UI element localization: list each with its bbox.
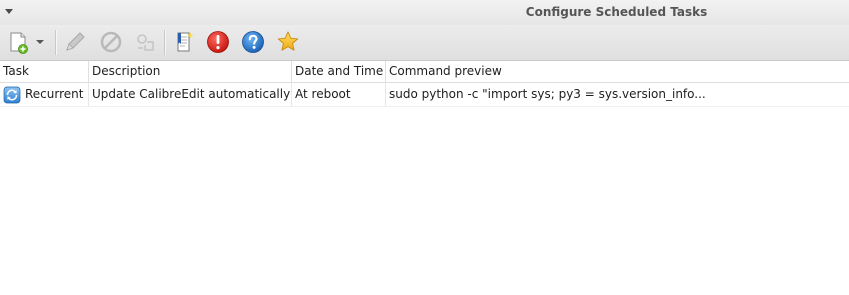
toolbar xyxy=(0,25,849,61)
new-task-icon xyxy=(10,32,28,54)
table-row[interactable]: Recurrent Update CalibreEdit automatical… xyxy=(0,83,849,107)
edit-pencil-icon xyxy=(66,32,85,51)
window-title: Configure Scheduled Tasks xyxy=(525,5,708,19)
disable-task-button[interactable] xyxy=(97,28,125,56)
favorite-star-icon xyxy=(277,31,299,51)
table-header: Task Description Date and Time Command p… xyxy=(0,61,849,83)
warning-button[interactable] xyxy=(204,28,232,56)
help-icon xyxy=(242,31,264,53)
new-task-button[interactable] xyxy=(4,28,32,56)
run-now-icon xyxy=(137,34,154,51)
task-type-label: Recurrent xyxy=(25,87,84,101)
output-log-icon xyxy=(177,32,194,52)
task-cell: Recurrent xyxy=(0,83,89,106)
run-task-button[interactable] xyxy=(131,28,159,56)
column-header-date-time[interactable]: Date and Time xyxy=(292,61,386,82)
column-header-description[interactable]: Description xyxy=(89,61,292,82)
show-output-button[interactable] xyxy=(170,28,198,56)
tasks-table: Task Description Date and Time Command p… xyxy=(0,61,849,107)
edit-task-button[interactable] xyxy=(61,28,89,56)
favorite-button[interactable] xyxy=(274,28,302,56)
column-header-command-preview[interactable]: Command preview xyxy=(386,61,849,82)
new-task-dropdown-button[interactable] xyxy=(33,28,47,56)
toolbar-separator xyxy=(164,30,166,55)
column-header-task[interactable]: Task xyxy=(0,61,89,82)
title-bar: Configure Scheduled Tasks xyxy=(0,0,849,25)
date-time-cell: At reboot xyxy=(292,83,386,106)
recurrent-icon xyxy=(3,86,21,103)
help-button[interactable] xyxy=(239,28,267,56)
scheduled-tasks-window: Configure Scheduled Tasks Task Descripti… xyxy=(0,0,849,295)
dropdown-arrow-icon xyxy=(36,40,44,44)
disable-icon xyxy=(100,31,122,53)
description-cell: Update CalibreEdit automatically xyxy=(89,83,292,106)
command-preview-cell: sudo python -c "import sys; py3 = sys.ve… xyxy=(389,87,706,101)
warning-icon xyxy=(207,31,229,53)
toolbar-separator xyxy=(55,30,57,55)
